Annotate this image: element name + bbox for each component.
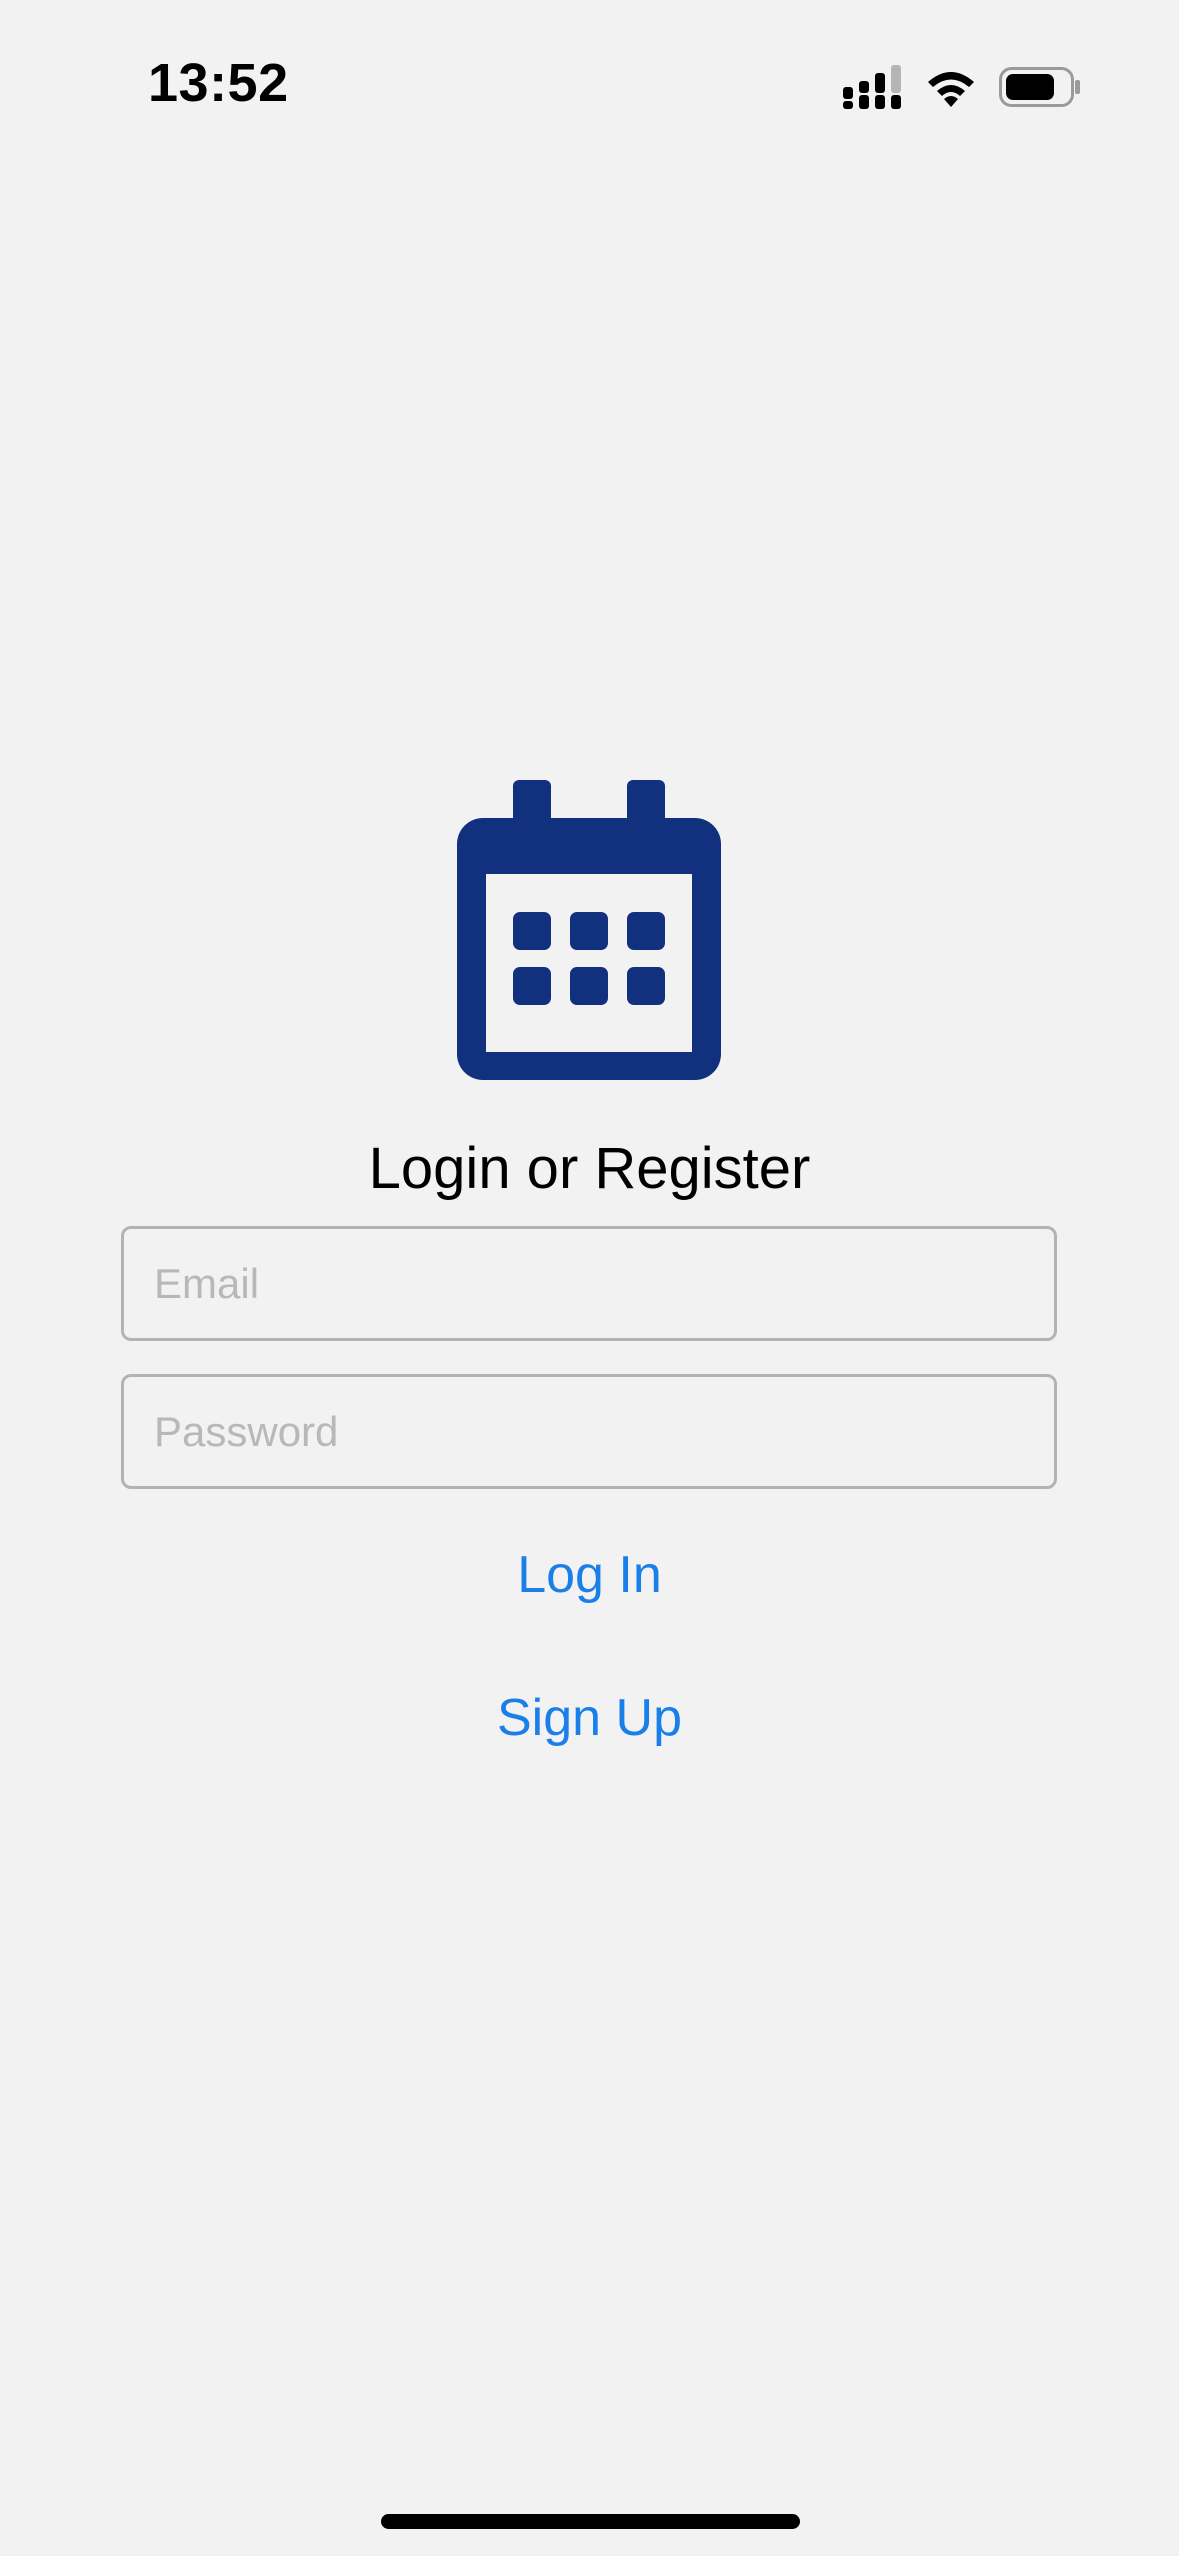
login-button[interactable]: Log In bbox=[0, 1545, 1179, 1605]
status-icons bbox=[843, 62, 1081, 112]
wifi-icon bbox=[925, 67, 977, 107]
calendar-icon bbox=[457, 780, 721, 1080]
home-indicator[interactable] bbox=[381, 2514, 800, 2529]
password-field[interactable] bbox=[121, 1374, 1057, 1489]
email-field[interactable] bbox=[121, 1226, 1057, 1341]
signup-button[interactable]: Sign Up bbox=[0, 1688, 1179, 1748]
status-time: 13:52 bbox=[148, 53, 289, 113]
battery-icon bbox=[999, 67, 1081, 107]
page-title: Login or Register bbox=[368, 1136, 811, 1201]
cellular-signal-icon bbox=[843, 65, 903, 109]
